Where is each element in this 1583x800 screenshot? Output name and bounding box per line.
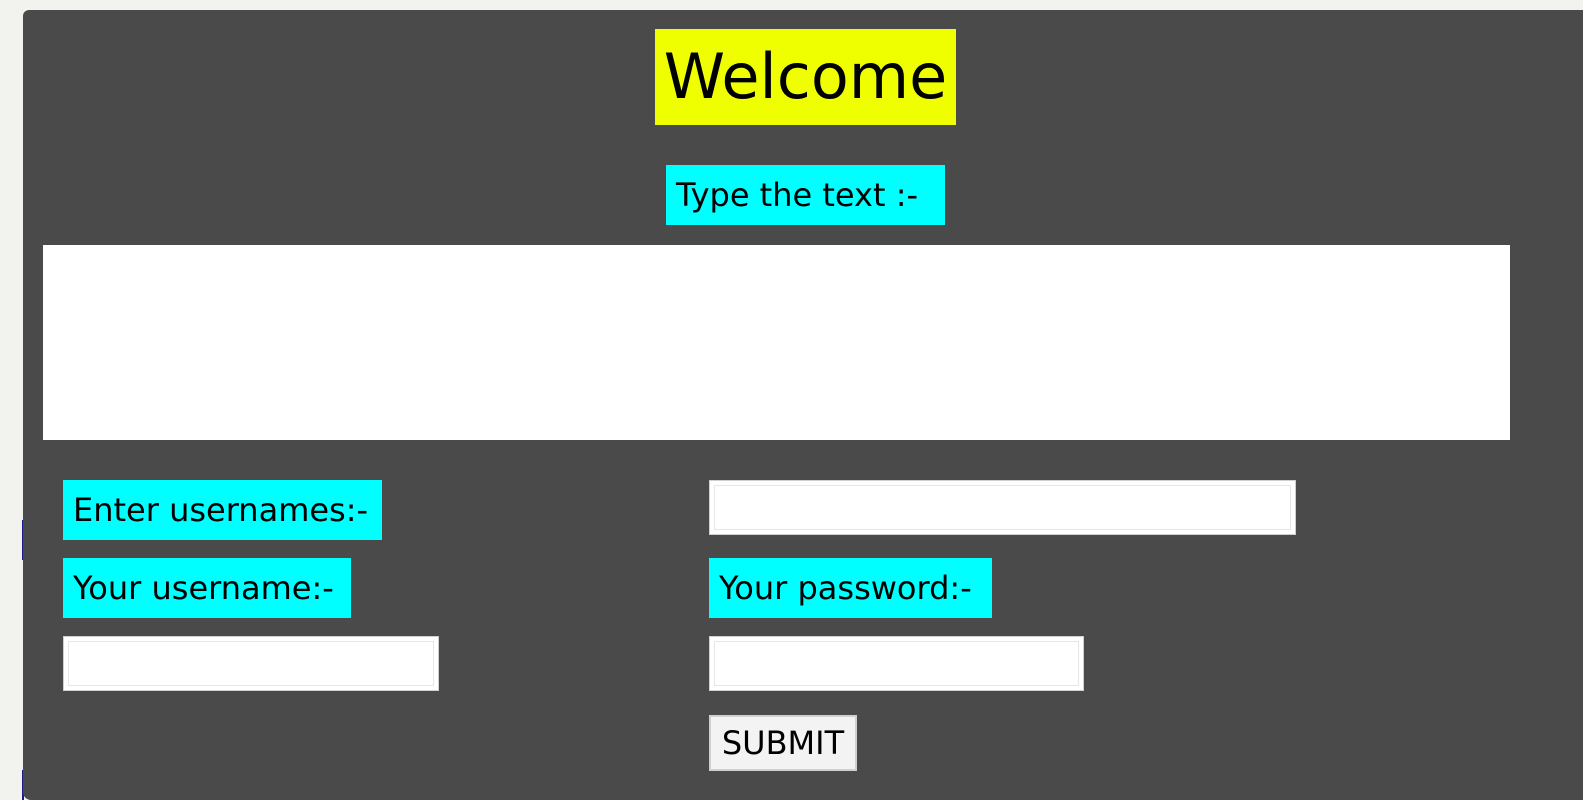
your-password-label: Your password:- [709,558,992,618]
enter-usernames-label: Enter usernames:- [63,480,382,540]
text-input-area[interactable] [43,245,1510,440]
type-text-label: Type the text :- [666,165,945,225]
password-input[interactable] [709,636,1084,691]
username-input[interactable] [63,636,439,691]
welcome-heading: Welcome [655,29,956,125]
usernames-input[interactable] [709,480,1296,535]
window-left-edge [0,0,22,800]
your-username-label: Your username:- [63,558,351,618]
submit-button[interactable]: SUBMIT [709,715,857,771]
